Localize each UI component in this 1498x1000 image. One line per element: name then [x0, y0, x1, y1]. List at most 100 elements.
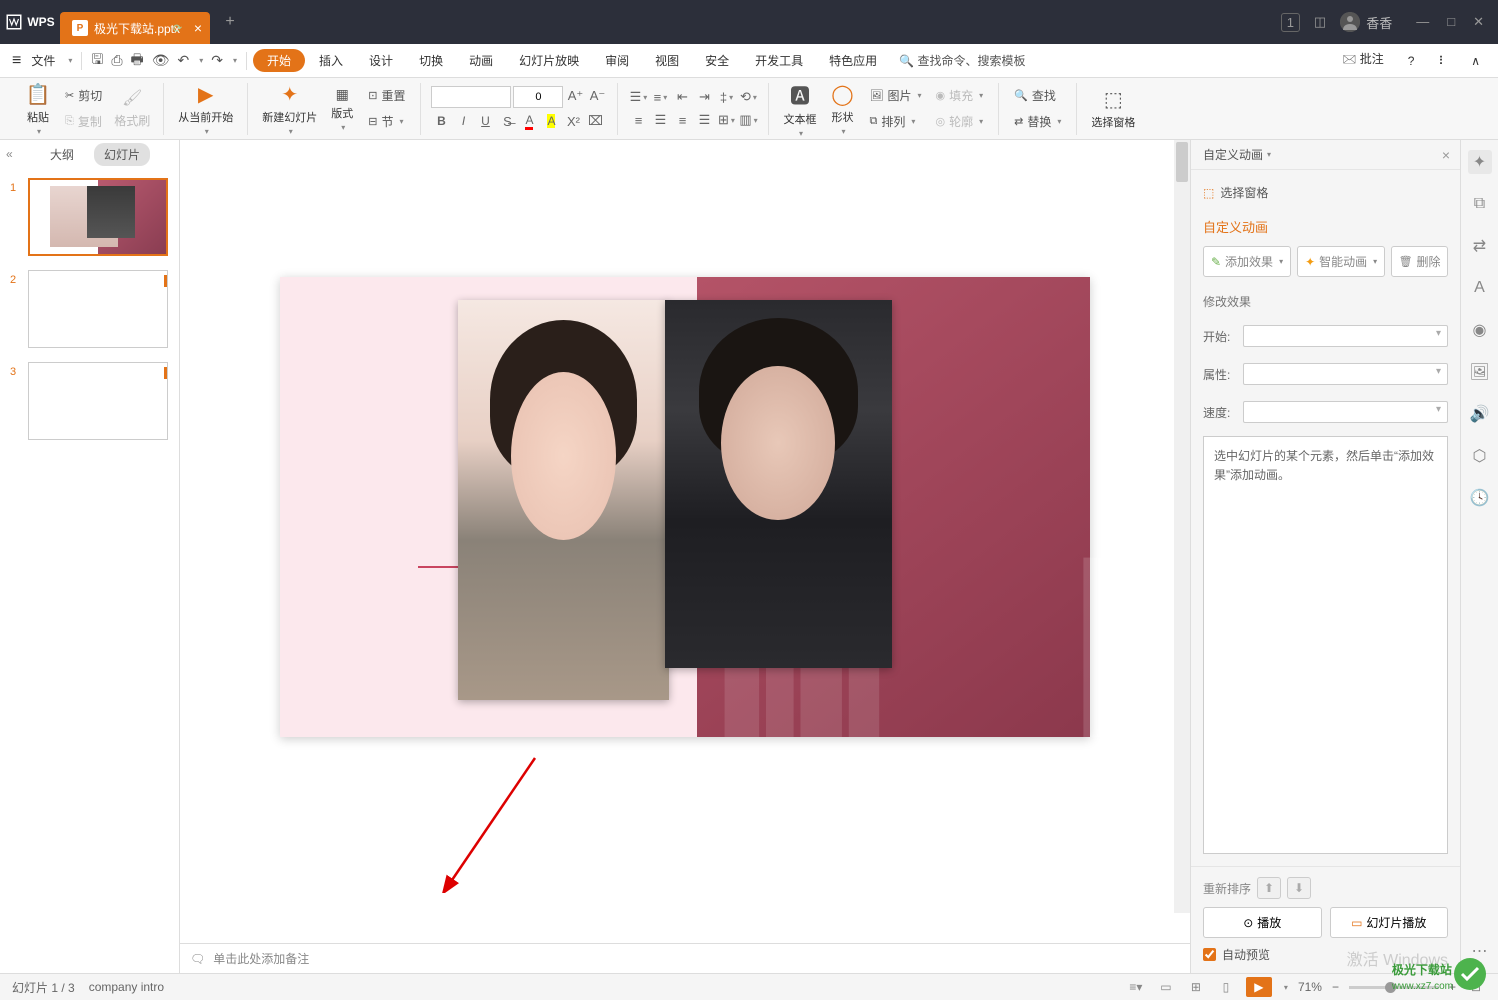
zoom-out-icon[interactable]: −	[1332, 980, 1339, 994]
search-command[interactable]: 🔍 查找命令、搜索模板	[891, 48, 1033, 73]
tab-security[interactable]: 安全	[693, 48, 741, 73]
highlight-icon[interactable]: A	[541, 111, 561, 131]
property-select[interactable]	[1243, 363, 1448, 385]
play-button[interactable]: ⊙播放	[1203, 907, 1322, 938]
rail-sparkle-icon[interactable]: ✦	[1468, 150, 1492, 174]
file-dropdown-icon[interactable]: ▾	[65, 52, 75, 69]
print-preview-icon[interactable]: 👁	[149, 48, 173, 73]
notes-area[interactable]: 🗨 单击此处添加备注	[180, 943, 1190, 973]
rail-effects-icon[interactable]: ◉	[1468, 318, 1492, 342]
collapse-panel-icon[interactable]: «	[6, 147, 13, 161]
minimize-button[interactable]: —	[1416, 14, 1429, 30]
align-right-icon[interactable]: ≡	[672, 110, 692, 130]
save-icon[interactable]: 🖫	[88, 45, 106, 77]
zoom-slider[interactable]	[1349, 986, 1439, 989]
close-panel-icon[interactable]: ×	[1442, 147, 1450, 163]
tab-transition[interactable]: 切换	[407, 48, 455, 73]
tab-design[interactable]: 设计	[357, 48, 405, 73]
export-icon[interactable]: ⎙	[108, 48, 125, 73]
paste-button[interactable]: 📋粘贴▾	[18, 80, 58, 138]
delete-button[interactable]: 🗑 删除	[1391, 246, 1448, 277]
redo-icon[interactable]: ↷	[208, 48, 226, 73]
strikethrough-icon[interactable]: S̶	[497, 111, 517, 131]
tab-home[interactable]: 开始	[253, 49, 305, 72]
numbering-icon[interactable]: ≡▾	[650, 87, 670, 107]
bold-icon[interactable]: B	[431, 111, 451, 131]
slides-tab[interactable]: 幻灯片	[94, 143, 150, 166]
distribute-icon[interactable]: ⊞▾	[716, 110, 736, 130]
photo-right[interactable]	[665, 300, 892, 668]
fit-window-icon[interactable]: ⊡	[1466, 978, 1486, 996]
normal-view-icon[interactable]: ▭	[1156, 978, 1176, 996]
clear-format-icon[interactable]: ⌧	[585, 111, 605, 131]
tab-slideshow[interactable]: 幻灯片放映	[507, 48, 591, 73]
picture-button[interactable]: 🖼 图片 ▾	[864, 84, 926, 107]
template-name[interactable]: company intro	[89, 980, 164, 994]
auto-preview-checkbox[interactable]: 自动预览	[1203, 946, 1448, 963]
text-direction-icon[interactable]: ⟲▾	[738, 87, 758, 107]
slide[interactable]	[280, 277, 1090, 737]
rail-more-icon[interactable]: ⋯	[1468, 939, 1492, 963]
textbox-button[interactable]: 🅰文本框▾	[777, 78, 822, 140]
tab-review[interactable]: 审阅	[593, 48, 641, 73]
start-select[interactable]	[1243, 325, 1448, 347]
slideshow-icon[interactable]: ▶	[1246, 977, 1272, 997]
select-pane-link[interactable]: ⬚选择窗格	[1203, 182, 1448, 203]
rail-layers-icon[interactable]: ⧉	[1468, 192, 1492, 216]
increase-indent-icon[interactable]: ⇥	[694, 87, 714, 107]
align-center-icon[interactable]: ☰	[650, 110, 670, 130]
justify-icon[interactable]: ☰	[694, 110, 714, 130]
decrease-font-icon[interactable]: A⁻	[587, 86, 607, 106]
slideshow-play-button[interactable]: ▭幻灯片播放	[1330, 907, 1449, 938]
font-color-icon[interactable]: A	[519, 111, 539, 131]
file-menu[interactable]: 文件	[25, 48, 61, 73]
replace-button[interactable]: ⇄ 替换 ▾	[1009, 110, 1066, 133]
cut-button[interactable]: ✂ 剪切	[60, 84, 107, 107]
collapse-ribbon-icon[interactable]: ∧	[1463, 50, 1488, 72]
undo-icon[interactable]: ↶	[175, 48, 193, 73]
font-family-input[interactable]	[431, 86, 511, 108]
line-spacing-icon[interactable]: ‡▾	[716, 87, 736, 107]
notes-view-icon[interactable]: ≡▾	[1126, 978, 1146, 996]
outline-button[interactable]: ◎ 轮廓 ▾	[930, 110, 988, 133]
thumbnail-2[interactable]	[28, 270, 168, 348]
tab-insert[interactable]: 插入	[307, 48, 355, 73]
section-button[interactable]: ⊟ 节 ▾	[363, 110, 410, 133]
notification-badge[interactable]: 1	[1281, 13, 1300, 32]
shape-button[interactable]: ◯形状▾	[822, 80, 862, 138]
thumbnail-1[interactable]	[28, 178, 168, 256]
outline-tab[interactable]: 大纲	[40, 143, 84, 166]
print-icon[interactable]: 🖶	[128, 45, 147, 77]
slide-counter[interactable]: 幻灯片 1 / 3	[12, 979, 75, 996]
move-up-button[interactable]: ⬆	[1257, 877, 1281, 899]
align-left-icon[interactable]: ≡	[628, 110, 648, 130]
layout-button[interactable]: ▦版式▾	[325, 84, 359, 134]
rail-font-icon[interactable]: A	[1468, 276, 1492, 300]
sorter-view-icon[interactable]: ⊞	[1186, 978, 1206, 996]
zoom-level[interactable]: 71%	[1298, 980, 1322, 994]
wps-logo[interactable]: WPS	[0, 0, 60, 44]
format-painter-button[interactable]: 🖌格式刷	[109, 85, 155, 132]
find-button[interactable]: 🔍 查找	[1009, 84, 1066, 107]
vertical-scrollbar[interactable]	[1174, 140, 1190, 913]
tab-devtools[interactable]: 开发工具	[743, 48, 815, 73]
underline-icon[interactable]: U	[475, 111, 495, 131]
ribbon-options-icon[interactable]: ⠇	[1430, 50, 1455, 72]
smart-animation-button[interactable]: ✦智能动画▾	[1297, 246, 1385, 277]
columns-icon[interactable]: ▥▾	[738, 110, 758, 130]
fill-button[interactable]: ◉ 填充 ▾	[930, 84, 988, 107]
tab-sync-icon[interactable]: ⟳	[173, 22, 182, 35]
add-effect-button[interactable]: ✎添加效果▾	[1203, 246, 1291, 277]
move-down-button[interactable]: ⬇	[1287, 877, 1311, 899]
rail-audio-icon[interactable]: 🔊	[1468, 402, 1492, 426]
rail-transition-icon[interactable]: ⇄	[1468, 234, 1492, 258]
tab-view[interactable]: 视图	[643, 48, 691, 73]
reading-view-icon[interactable]: ▯	[1216, 978, 1236, 996]
undo-dropdown[interactable]: ▾	[196, 52, 206, 69]
tab-special[interactable]: 特色应用	[817, 48, 889, 73]
comment-button[interactable]: 🖂 批注	[1334, 46, 1391, 75]
bullets-icon[interactable]: ☰▾	[628, 87, 648, 107]
close-button[interactable]: ✕	[1473, 14, 1484, 30]
speed-select[interactable]	[1243, 401, 1448, 423]
decrease-indent-icon[interactable]: ⇤	[672, 87, 692, 107]
